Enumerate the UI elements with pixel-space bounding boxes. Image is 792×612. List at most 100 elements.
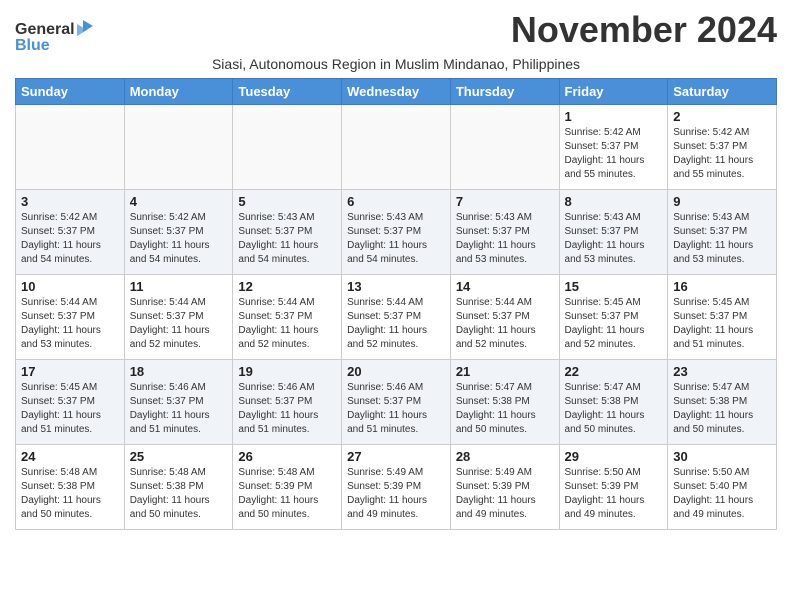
calendar-cell: 21 Sunrise: 5:47 AM Sunset: 5:38 PM Dayli… [450,360,559,445]
calendar-cell: 5 Sunrise: 5:43 AM Sunset: 5:37 PM Daylig… [233,190,342,275]
day-info: Sunrise: 5:46 AM Sunset: 5:37 PM Dayligh… [347,381,445,437]
day-number: 18 [130,364,228,379]
day-info: Sunrise: 5:46 AM Sunset: 5:37 PM Dayligh… [130,381,228,437]
calendar-cell: 22Sunrise: 5:47 AM Sunset: 5:38 PM Dayli… [559,360,668,445]
day-number: 3 [21,194,119,209]
day-number: 11 [130,279,228,294]
day-info: Sunrise: 5:48 AM Sunset: 5:38 PM Dayligh… [130,466,228,522]
day-info: Sunrise: 5:44 AM Sunset: 5:37 PM Dayligh… [456,296,554,352]
logo: General Blue [15,16,95,52]
day-number: 6 [347,194,445,209]
day-info: Sunrise: 5:46 AM Sunset: 5:37 PM Dayligh… [238,381,336,437]
day-number: 26 [238,449,336,464]
day-number: 23 [673,364,771,379]
column-header-friday: Friday [559,79,668,105]
calendar-cell [450,105,559,190]
calendar-cell: 28 Sunrise: 5:49 AM Sunset: 5:39 PM Dayli… [450,445,559,530]
day-number: 10 [21,279,119,294]
calendar-cell: 12 Sunrise: 5:44 AM Sunset: 5:37 PM Dayli… [233,275,342,360]
day-info: Sunrise: 5:44 AM Sunset: 5:37 PM Dayligh… [130,296,228,352]
calendar-cell: 7 Sunrise: 5:43 AM Sunset: 5:37 PM Daylig… [450,190,559,275]
calendar-cell: 9 Sunrise: 5:43 AM Sunset: 5:37 PM Daylig… [668,190,777,275]
calendar-table: SundayMondayTuesdayWednesdayThursdayFrid… [15,78,777,530]
calendar-cell: 1 Sunrise: 5:42 AM Sunset: 5:37 PM Daylig… [559,105,668,190]
column-header-saturday: Saturday [668,79,777,105]
day-number: 7 [456,194,554,209]
day-number: 20 [347,364,445,379]
calendar-cell: 18 Sunrise: 5:46 AM Sunset: 5:37 PM Dayli… [124,360,233,445]
day-info: Sunrise: 5:43 AM Sunset: 5:37 PM Dayligh… [673,211,771,267]
calendar-cell: 2 Sunrise: 5:42 AM Sunset: 5:37 PM Daylig… [668,105,777,190]
calendar-cell: 20 Sunrise: 5:46 AM Sunset: 5:37 PM Dayli… [342,360,451,445]
day-info: Sunrise: 5:45 AM Sunset: 5:37 PM Dayligh… [565,296,663,352]
calendar-cell: 4Sunrise: 5:42 AM Sunset: 5:37 PM Daylig… [124,190,233,275]
month-title: November 2024 [511,10,777,50]
day-number: 27 [347,449,445,464]
day-number: 2 [673,109,771,124]
column-header-sunday: Sunday [16,79,125,105]
day-info: Sunrise: 5:50 AM Sunset: 5:39 PM Dayligh… [565,466,663,522]
calendar-cell [16,105,125,190]
day-number: 5 [238,194,336,209]
day-number: 12 [238,279,336,294]
svg-text:General: General [15,21,75,38]
day-number: 25 [130,449,228,464]
day-info: Sunrise: 5:50 AM Sunset: 5:40 PM Dayligh… [673,466,771,522]
day-info: Sunrise: 5:42 AM Sunset: 5:37 PM Dayligh… [565,126,663,182]
day-info: Sunrise: 5:42 AM Sunset: 5:37 PM Dayligh… [673,126,771,182]
calendar-cell: 17 Sunrise: 5:45 AM Sunset: 5:37 PM Dayli… [16,360,125,445]
calendar-cell [233,105,342,190]
day-number: 9 [673,194,771,209]
calendar-cell [342,105,451,190]
day-info: Sunrise: 5:43 AM Sunset: 5:37 PM Dayligh… [456,211,554,267]
column-header-thursday: Thursday [450,79,559,105]
day-number: 24 [21,449,119,464]
title-block: November 2024 [511,10,777,50]
week-row-1: 1 Sunrise: 5:42 AM Sunset: 5:37 PM Daylig… [16,105,777,190]
calendar-cell: 13Sunrise: 5:44 AM Sunset: 5:37 PM Dayli… [342,275,451,360]
subtitle: Siasi, Autonomous Region in Muslim Minda… [15,56,777,72]
day-info: Sunrise: 5:48 AM Sunset: 5:38 PM Dayligh… [21,466,119,522]
day-info: Sunrise: 5:43 AM Sunset: 5:37 PM Dayligh… [347,211,445,267]
day-number: 1 [565,109,663,124]
day-info: Sunrise: 5:49 AM Sunset: 5:39 PM Dayligh… [347,466,445,522]
day-info: Sunrise: 5:43 AM Sunset: 5:37 PM Dayligh… [565,211,663,267]
calendar-cell: 26 Sunrise: 5:48 AM Sunset: 5:39 PM Dayli… [233,445,342,530]
calendar-cell: 27 Sunrise: 5:49 AM Sunset: 5:39 PM Dayli… [342,445,451,530]
day-info: Sunrise: 5:44 AM Sunset: 5:37 PM Dayligh… [21,296,119,352]
week-row-2: 3 Sunrise: 5:42 AM Sunset: 5:37 PM Daylig… [16,190,777,275]
day-number: 30 [673,449,771,464]
logo-icon: General Blue [15,16,95,52]
day-info: Sunrise: 5:49 AM Sunset: 5:39 PM Dayligh… [456,466,554,522]
column-header-monday: Monday [124,79,233,105]
page-header: General Blue November 2024 [15,10,777,52]
header-row: SundayMondayTuesdayWednesdayThursdayFrid… [16,79,777,105]
calendar-cell: 6 Sunrise: 5:43 AM Sunset: 5:37 PM Daylig… [342,190,451,275]
week-row-5: 24 Sunrise: 5:48 AM Sunset: 5:38 PM Dayli… [16,445,777,530]
day-info: Sunrise: 5:43 AM Sunset: 5:37 PM Dayligh… [238,211,336,267]
day-number: 22 [565,364,663,379]
day-info: Sunrise: 5:44 AM Sunset: 5:37 PM Dayligh… [238,296,336,352]
day-number: 4 [130,194,228,209]
day-info: Sunrise: 5:48 AM Sunset: 5:39 PM Dayligh… [238,466,336,522]
day-info: Sunrise: 5:47 AM Sunset: 5:38 PM Dayligh… [673,381,771,437]
day-info: Sunrise: 5:42 AM Sunset: 5:37 PM Dayligh… [21,211,119,267]
calendar-cell: 3 Sunrise: 5:42 AM Sunset: 5:37 PM Daylig… [16,190,125,275]
day-info: Sunrise: 5:45 AM Sunset: 5:37 PM Dayligh… [21,381,119,437]
day-number: 14 [456,279,554,294]
day-number: 17 [21,364,119,379]
day-number: 28 [456,449,554,464]
day-info: Sunrise: 5:47 AM Sunset: 5:38 PM Dayligh… [456,381,554,437]
calendar-cell: 16Sunrise: 5:45 AM Sunset: 5:37 PM Dayli… [668,275,777,360]
calendar-cell: 29 Sunrise: 5:50 AM Sunset: 5:39 PM Dayli… [559,445,668,530]
calendar-cell: 14 Sunrise: 5:44 AM Sunset: 5:37 PM Dayli… [450,275,559,360]
day-number: 19 [238,364,336,379]
calendar-cell: 23 Sunrise: 5:47 AM Sunset: 5:38 PM Dayli… [668,360,777,445]
day-number: 15 [565,279,663,294]
calendar-cell [124,105,233,190]
day-number: 29 [565,449,663,464]
calendar-cell: 10 Sunrise: 5:44 AM Sunset: 5:37 PM Dayli… [16,275,125,360]
calendar-cell: 11 Sunrise: 5:44 AM Sunset: 5:37 PM Dayli… [124,275,233,360]
calendar-cell: 8Sunrise: 5:43 AM Sunset: 5:37 PM Daylig… [559,190,668,275]
day-number: 21 [456,364,554,379]
